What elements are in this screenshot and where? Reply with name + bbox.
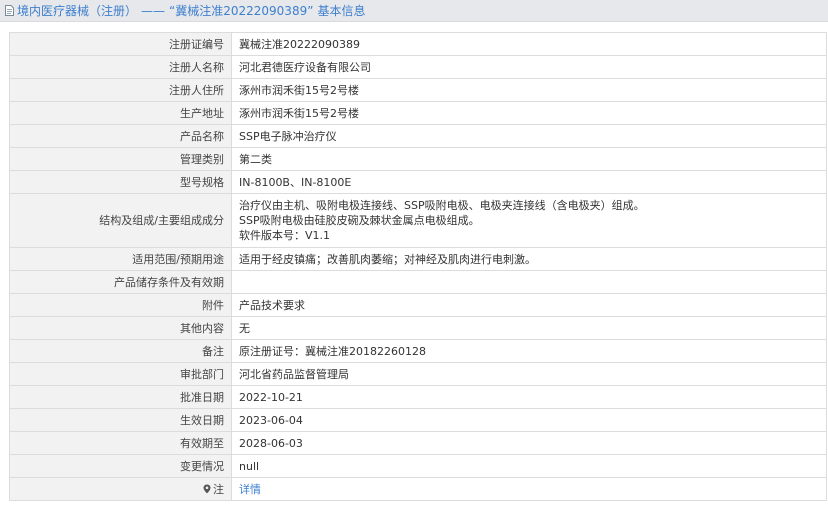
header-separator: —— [141,3,166,18]
table-row: 注 详情 [9,477,827,501]
row-label-other: 其他内容 [9,316,232,340]
table-row: 生效日期 2023-06-04 [9,408,827,432]
row-label-model-spec: 型号规格 [9,170,232,194]
table-row: 产品储存条件及有效期 [9,270,827,294]
row-value-remarks: 原注册证号：冀械注准20182260128 [231,339,827,363]
row-value-changes: null [231,454,827,478]
row-label-changes: 变更情况 [9,454,232,478]
row-label-structure: 结构及组成/主要组成成分 [9,193,232,248]
row-value-structure: 治疗仪由主机、吸附电极连接线、SSP吸附电极、电极夹连接线（含电极夹）组成。 S… [231,193,827,248]
row-value-registrant-address: 涿州市润禾街15号2号楼 [231,78,827,102]
row-label-product-name: 产品名称 [9,124,232,148]
row-value-approval-date: 2022-10-21 [231,385,827,409]
table-row: 注册人名称 河北君德医疗设备有限公司 [9,55,827,79]
table-row: 审批部门 河北省药品监督管理局 [9,362,827,386]
row-value-other: 无 [231,316,827,340]
table-row: 注册证编号 冀械注准20222090389 [9,32,827,56]
table-row: 注册人住所 涿州市润禾街15号2号楼 [9,78,827,102]
row-value-note: 详情 [231,477,827,501]
structure-line: 治疗仪由主机、吸附电极连接线、SSP吸附电极、电极夹连接线（含电极夹）组成。 [239,199,645,212]
table-row: 适用范围/预期用途 适用于经皮镇痛；改善肌肉萎缩；对神经及肌肉进行电刺激。 [9,247,827,271]
table-row: 生产地址 涿州市润禾街15号2号楼 [9,101,827,125]
table-row: 有效期至 2028-06-03 [9,431,827,455]
table-row: 产品名称 SSP电子脉冲治疗仪 [9,124,827,148]
basic-info-table: 注册证编号 冀械注准20222090389 注册人名称 河北君德医疗设备有限公司… [9,32,827,501]
row-label-approval-date: 批准日期 [9,385,232,409]
details-link[interactable]: 详情 [239,483,261,496]
structure-line: 软件版本号：V1.1 [239,229,331,242]
row-value-approval-dept: 河北省药品监督管理局 [231,362,827,386]
table-row: 附件 产品技术要求 [9,293,827,317]
header-category: 境内医疗器械（注册） [17,4,138,18]
row-value-product-name: SSP电子脉冲治疗仪 [231,124,827,148]
row-label-remarks: 备注 [9,339,232,363]
table-row: 备注 原注册证号：冀械注准20182260128 [9,339,827,363]
table-row: 其他内容 无 [9,316,827,340]
row-label-effective-date: 生效日期 [9,408,232,432]
row-value-storage [231,270,827,294]
row-value-valid-until: 2028-06-03 [231,431,827,455]
header-subject: “冀械注准20222090389” [169,4,314,18]
row-value-attachment: 产品技术要求 [231,293,827,317]
row-label-attachment: 附件 [9,293,232,317]
table-row: 结构及组成/主要组成成分 治疗仪由主机、吸附电极连接线、SSP吸附电极、电极夹连… [9,193,827,248]
table-row: 管理类别 第二类 [9,147,827,171]
row-value-effective-date: 2023-06-04 [231,408,827,432]
header-suffix: 基本信息 [317,4,366,18]
row-label-approval-dept: 审批部门 [9,362,232,386]
row-label-management-category: 管理类别 [9,147,232,171]
document-icon [5,5,14,16]
row-label-note: 注 [9,477,232,501]
row-label-registrant-address: 注册人住所 [9,78,232,102]
note-label-text: 注 [213,482,224,496]
row-value-registrant-name: 河北君德医疗设备有限公司 [231,55,827,79]
table-row: 型号规格 IN-8100B、IN-8100E [9,170,827,194]
row-label-intended-use: 适用范围/预期用途 [9,247,232,271]
pin-icon [203,484,211,493]
row-value-registration-number: 冀械注准20222090389 [231,32,827,56]
row-label-storage: 产品储存条件及有效期 [9,270,232,294]
table-row: 变更情况 null [9,454,827,478]
row-value-management-category: 第二类 [231,147,827,171]
row-label-registrant-name: 注册人名称 [9,55,232,79]
row-value-production-address: 涿州市润禾街15号2号楼 [231,101,827,125]
row-value-model-spec: IN-8100B、IN-8100E [231,170,827,194]
row-label-registration-number: 注册证编号 [9,32,232,56]
structure-line: SSP吸附电极由硅胶皮碗及棘状金属点电极组成。 [239,214,480,227]
row-label-valid-until: 有效期至 [9,431,232,455]
page-header: 境内医疗器械（注册） —— “冀械注准20222090389” 基本信息 [0,0,828,22]
row-label-production-address: 生产地址 [9,101,232,125]
table-row: 批准日期 2022-10-21 [9,385,827,409]
row-value-intended-use: 适用于经皮镇痛；改善肌肉萎缩；对神经及肌肉进行电刺激。 [231,247,827,271]
